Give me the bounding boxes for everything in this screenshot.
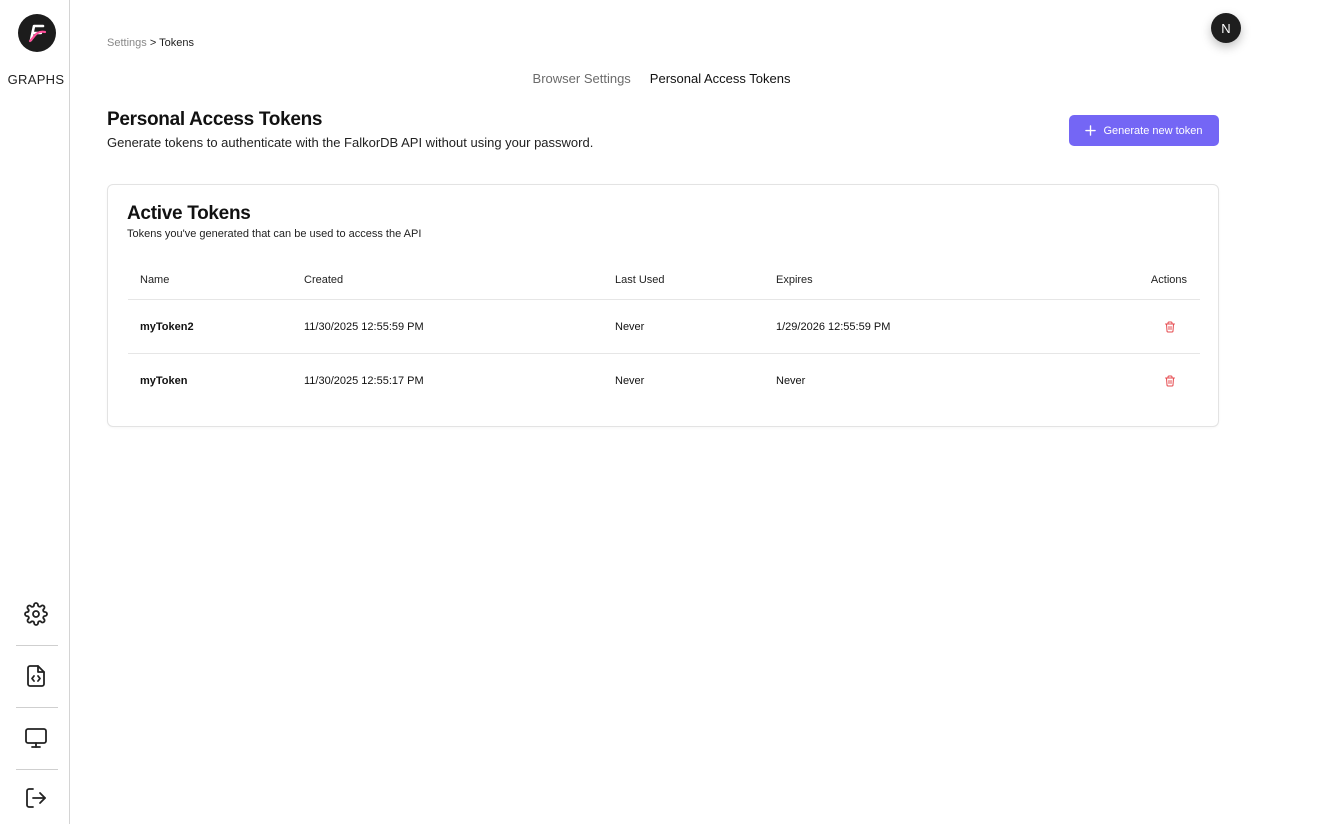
delete-token-button[interactable]	[1164, 300, 1176, 353]
column-header-expires: Expires	[776, 274, 813, 286]
breadcrumb-separator: >	[149, 37, 157, 49]
user-avatar[interactable]: N	[1211, 13, 1241, 43]
table-row: myToken 11/30/2025 12:55:17 PM Never Nev…	[128, 354, 1200, 407]
token-last-used: Never	[615, 320, 645, 333]
avatar-initial: N	[1221, 20, 1231, 36]
code-file-icon[interactable]	[22, 662, 50, 690]
tab-personal-access-tokens[interactable]: Personal Access Tokens	[650, 71, 791, 86]
sidebar: GRAPHS	[0, 0, 70, 824]
trash-icon	[1165, 321, 1175, 332]
breadcrumb-parent[interactable]: Settings	[107, 37, 147, 49]
monitor-icon[interactable]	[22, 724, 50, 752]
tokens-table: Name Created Last Used Expires Actions m…	[128, 261, 1200, 407]
trash-icon	[1165, 375, 1175, 386]
table-header-row: Name Created Last Used Expires Actions	[128, 261, 1200, 300]
token-expires: 1/29/2026 12:55:59 PM	[776, 320, 891, 333]
delete-token-button[interactable]	[1164, 354, 1176, 407]
card-title: Active Tokens	[127, 203, 251, 224]
sidebar-divider	[16, 769, 58, 770]
breadcrumb-current: Tokens	[159, 37, 194, 49]
falkordb-logo[interactable]	[18, 14, 56, 52]
settings-tabs: Browser Settings Personal Access Tokens	[0, 71, 1323, 86]
column-header-actions: Actions	[1150, 274, 1187, 286]
breadcrumb: Settings > Tokens	[107, 37, 194, 49]
token-name: myToken2	[140, 320, 194, 333]
page-subtitle: Generate tokens to authenticate with the…	[107, 135, 594, 150]
page-title: Personal Access Tokens	[107, 109, 323, 130]
tab-browser-settings[interactable]: Browser Settings	[533, 71, 631, 86]
table-row: myToken2 11/30/2025 12:55:59 PM Never 1/…	[128, 300, 1200, 354]
card-subtitle: Tokens you've generated that can be used…	[127, 228, 422, 240]
sidebar-divider	[16, 645, 58, 646]
plus-icon	[1085, 125, 1097, 136]
token-last-used: Never	[615, 374, 645, 387]
column-header-last-used: Last Used	[615, 274, 665, 286]
token-name: myToken	[140, 374, 188, 387]
column-header-name: Name	[140, 274, 170, 286]
token-created: 11/30/2025 12:55:59 PM	[304, 320, 424, 333]
generate-new-token-label: Generate new token	[1103, 124, 1203, 137]
logo-mark-icon	[28, 24, 47, 43]
column-header-created: Created	[304, 274, 344, 286]
generate-new-token-button[interactable]: Generate new token	[1069, 115, 1219, 146]
token-expires: Never	[776, 374, 806, 387]
sidebar-divider	[16, 707, 58, 708]
gear-icon[interactable]	[22, 600, 50, 628]
active-tokens-card: Active Tokens Tokens you've generated th…	[107, 184, 1219, 427]
logout-icon[interactable]	[22, 784, 50, 812]
token-created: 11/30/2025 12:55:17 PM	[304, 374, 424, 387]
